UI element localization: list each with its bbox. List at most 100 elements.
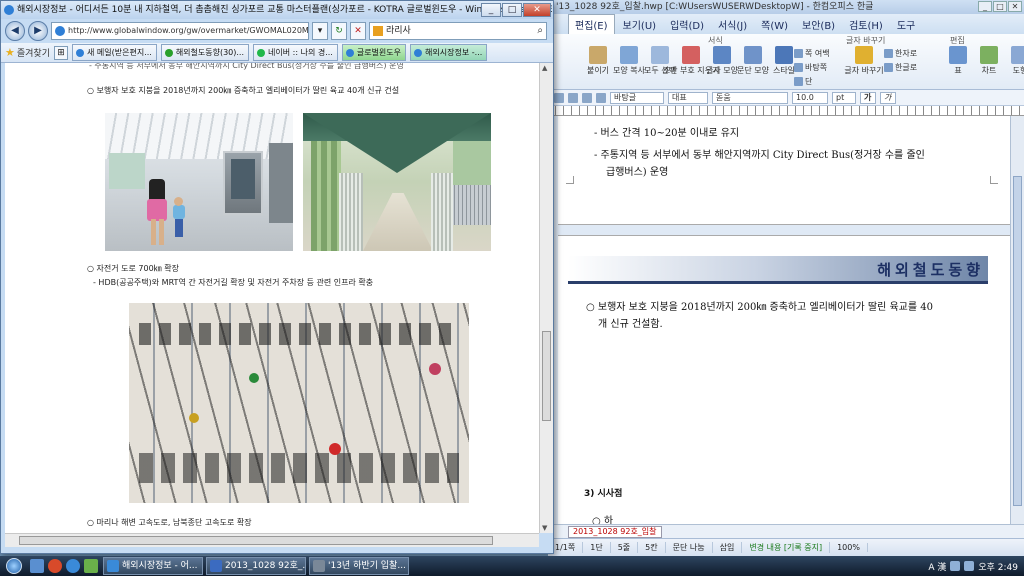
new-icon[interactable] — [554, 92, 564, 103]
hwp-title-text: '13_1028 92호_입찰.hwp [C:WUsersWUSERWDeskt… — [556, 2, 874, 12]
ime-indicator[interactable]: A 漢 — [928, 560, 946, 573]
status-column: 1단 — [583, 542, 611, 553]
app-icon[interactable] — [84, 559, 98, 573]
scroll-down-icon[interactable]: ▼ — [542, 524, 547, 532]
close-icon[interactable]: ✕ — [523, 3, 551, 17]
forward-arrow-icon[interactable]: ▶ — [28, 21, 48, 41]
menu-review[interactable]: 검토(H) — [843, 15, 889, 34]
paste-button[interactable]: 붙이기 — [584, 46, 612, 75]
doc-line-city-direct: - 주통지역 등 서부에서 동부 해안지역까지 City Direct Bus(… — [594, 150, 925, 161]
search-icon[interactable]: ⌕ — [537, 23, 543, 39]
menu-view[interactable]: 보기(U) — [617, 15, 663, 34]
task-browser[interactable]: 해외시장정보 - 어... — [103, 557, 203, 575]
char-shape-button[interactable]: 글자 모양 — [706, 46, 738, 75]
ie-icon[interactable] — [66, 559, 80, 573]
hwp-caption-buttons: _ □ ✕ — [978, 1, 1022, 12]
dropdown-arrow-icon[interactable]: ▾ — [312, 22, 328, 40]
format-copy-button[interactable]: 모양 복사 — [613, 46, 645, 75]
shape-button[interactable]: 도형 — [1006, 46, 1024, 75]
volume-icon[interactable] — [964, 561, 975, 571]
minimize-icon[interactable]: _ — [481, 3, 501, 17]
clear-codes-button[interactable]: 조판 부호 지우기 — [663, 46, 719, 75]
clock[interactable]: 오후 2:49 — [978, 560, 1018, 573]
ribbon-group-edit: 편집 — [950, 36, 965, 45]
tab-rail-trends[interactable]: 해외철도동향(30)... — [160, 44, 250, 61]
columns-button[interactable]: 단 — [794, 76, 812, 87]
page-margin-button[interactable]: 쪽 여백 — [794, 48, 830, 59]
maximize-icon[interactable]: □ — [502, 3, 522, 17]
menu-insert[interactable]: 입력(D) — [664, 15, 710, 34]
hwp-document[interactable]: - 버스 간격 10~20분 이내로 유지 - 주통지역 등 서부에서 동부 해… — [558, 116, 1010, 524]
tab-mail[interactable]: 새 메일(받은편지... — [72, 44, 157, 61]
document-icon — [313, 560, 325, 572]
menu-format[interactable]: 서식(J) — [712, 15, 753, 34]
page-content: - 주통지역 등 서부에서 동부 해안지역까지 City Direct Bus(… — [5, 63, 539, 533]
browser-horizontal-scrollbar[interactable] — [5, 533, 539, 547]
search-text: 라리사 — [386, 26, 411, 36]
quick-tabs-icon[interactable]: ⊞ — [54, 45, 68, 60]
font-select[interactable]: 돋움 — [712, 91, 788, 104]
hwp-doc-tab[interactable]: 2013_1028 92호_입찰 — [568, 526, 662, 538]
save-icon[interactable] — [568, 92, 578, 103]
italic-button[interactable]: 가 — [880, 91, 896, 104]
undo-icon[interactable] — [596, 92, 606, 103]
hangul-button[interactable]: 한글로 — [884, 62, 917, 73]
master-page-button[interactable]: 바탕쪽 — [794, 62, 827, 73]
tab-favicon — [76, 49, 84, 57]
url-input[interactable]: http://www.globalwindow.org/gw/overmarke… — [51, 22, 309, 40]
menu-tools[interactable]: 도구 — [891, 15, 921, 34]
address-bar: ◀ ▶ http://www.globalwindow.org/gw/overm… — [1, 19, 553, 43]
print-icon[interactable] — [582, 92, 592, 103]
content-bullet-bike-road: ○ 자전거 도로 700㎞ 확장 — [87, 264, 179, 273]
close-icon[interactable]: ✕ — [1008, 1, 1022, 12]
tab-market-info[interactable]: 해외시장정보 -... — [410, 44, 488, 61]
minimize-icon[interactable]: _ — [978, 1, 992, 12]
doc-bullet-cont: 개 신규 건설함. — [598, 319, 663, 330]
content-bullet-highway: ○ 마리나 해변 고속도로, 남북종단 고속도로 확장 — [87, 518, 252, 527]
task-hwp-1[interactable]: 2013_1028 92호_... — [206, 557, 306, 575]
task-hwp-2[interactable]: '13년 하반기 입찰... — [309, 557, 409, 575]
tab-favicon — [164, 49, 173, 57]
menu-security[interactable]: 보안(B) — [796, 15, 841, 34]
maximize-icon[interactable]: □ — [993, 1, 1007, 12]
status-zoom[interactable]: 100% — [830, 543, 868, 552]
menu-edit[interactable]: 편집(E) — [568, 14, 615, 34]
tab-favicon — [414, 49, 423, 57]
back-arrow-icon[interactable]: ◀ — [5, 21, 25, 41]
para-shape-button[interactable]: 문단 모양 — [737, 46, 769, 75]
select-all-icon — [651, 46, 669, 64]
bold-button[interactable]: 가 — [860, 91, 876, 104]
scroll-thumb[interactable] — [1013, 176, 1022, 506]
hanja-button[interactable]: 한자로 — [884, 48, 917, 59]
tab-global-window[interactable]: 글로벌윈도우 — [341, 44, 407, 61]
hwp-icon — [210, 560, 222, 572]
brush-icon — [620, 46, 638, 64]
replace-button[interactable]: 글자 바꾸기 — [844, 46, 884, 75]
menu-page[interactable]: 쪽(W) — [755, 15, 794, 34]
stop-icon[interactable]: ✕ — [350, 22, 366, 40]
doc-line-express: 급행버스) 운영 — [606, 167, 669, 178]
scroll-thumb[interactable] — [542, 331, 551, 421]
network-icon[interactable] — [950, 561, 961, 571]
tab-naver[interactable]: 네이버 :: 나의 경... — [253, 44, 338, 61]
favorites-button[interactable]: ★ 즐겨찾기 — [5, 46, 50, 59]
chart-button[interactable]: 차트 — [975, 46, 1003, 75]
table-button[interactable]: 표 — [944, 46, 972, 75]
unit-select[interactable]: pt — [832, 91, 856, 104]
search-input[interactable]: 라리사 ⌕ — [369, 22, 547, 40]
font-size-input[interactable]: 10.0 — [792, 91, 828, 104]
scroll-up-icon[interactable]: ▲ — [542, 64, 547, 72]
section-heading: 해외철도동향 — [877, 261, 984, 279]
font-face-select[interactable]: 대표 — [668, 91, 708, 104]
hangul-icon — [884, 63, 893, 72]
doc-item: ○ 하 — [592, 516, 614, 524]
refresh-icon[interactable]: ↻ — [331, 22, 347, 40]
scroll-thumb[interactable] — [19, 536, 493, 545]
browser-vertical-scrollbar[interactable]: ▲ ▼ — [539, 63, 553, 533]
style-select[interactable]: 바탕글 — [610, 91, 664, 104]
desktop-icon[interactable] — [30, 559, 44, 573]
start-button[interactable] — [0, 556, 28, 576]
chrome-icon[interactable] — [48, 559, 62, 573]
status-track-changes[interactable]: 변경 내용 [기록 중지] — [742, 542, 831, 553]
hwp-vertical-scrollbar[interactable] — [1010, 116, 1024, 524]
